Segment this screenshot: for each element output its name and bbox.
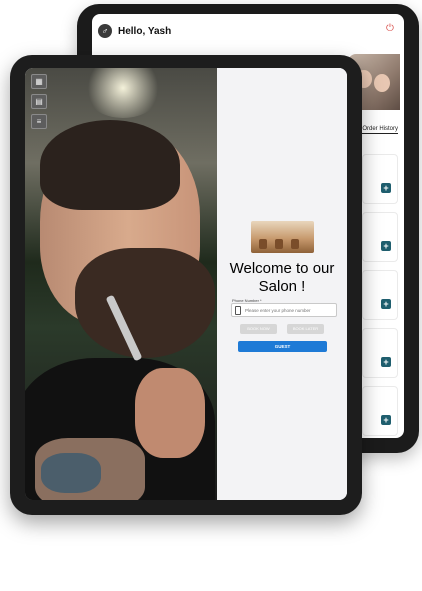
user-icon: ♂ — [98, 24, 112, 38]
greeting-text: Hello, Yash — [118, 25, 172, 37]
book-later-button[interactable]: BOOK LATER — [287, 324, 324, 334]
dashboard-header: ♂ Hello, Yash ⏻ — [92, 14, 404, 48]
phone-input[interactable] — [245, 307, 335, 313]
phone-icon — [235, 305, 241, 315]
salon-login-screen: ▦ ▤ ≡ Welcome to our Salon ! Phone Numbe… — [25, 68, 347, 500]
plus-icon[interactable]: + — [381, 183, 391, 193]
service-card: + — [362, 328, 398, 378]
order-history-tab[interactable]: Order History — [362, 126, 398, 134]
book-now-button[interactable]: BOOK NOW — [240, 324, 277, 334]
plus-icon[interactable]: + — [381, 299, 391, 309]
calendar-icon[interactable]: ▤ — [31, 94, 47, 109]
power-icon[interactable]: ⏻ — [386, 24, 396, 34]
guest-button[interactable]: GUEST — [238, 341, 327, 352]
grid-icon[interactable]: ▦ — [31, 74, 47, 89]
plus-icon[interactable]: + — [381, 241, 391, 251]
login-panel: Welcome to our Salon ! Phone Number * BO… — [217, 68, 347, 500]
service-card: + — [362, 386, 398, 436]
welcome-title: Welcome to our Salon ! — [229, 260, 335, 295]
phone-field[interactable] — [231, 303, 337, 317]
service-card: + — [362, 154, 398, 204]
booking-buttons: BOOK NOW BOOK LATER — [240, 324, 324, 334]
menu-icon[interactable]: ≡ — [31, 114, 47, 129]
plus-icon[interactable]: + — [381, 415, 391, 425]
service-card: + — [362, 212, 398, 262]
plus-icon[interactable]: + — [381, 357, 391, 367]
salon-interior-image — [251, 221, 314, 253]
service-card: + — [362, 270, 398, 320]
barber-photo — [25, 68, 217, 500]
